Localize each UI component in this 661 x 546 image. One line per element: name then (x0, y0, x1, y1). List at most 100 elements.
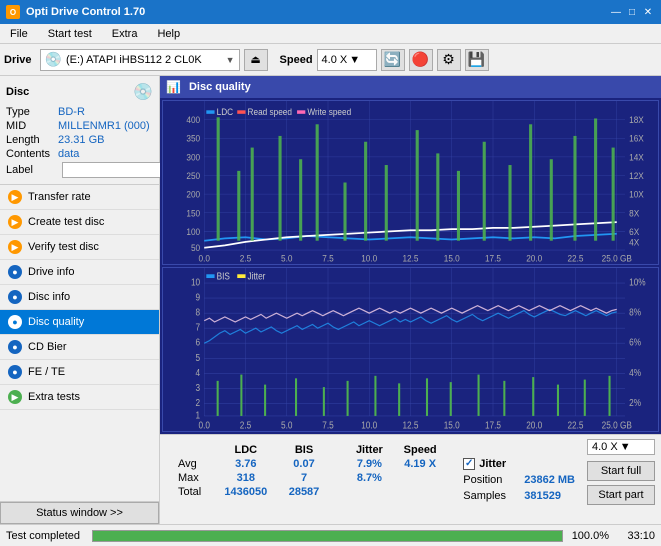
col-bis-header: BIS (278, 443, 329, 457)
svg-text:22.5: 22.5 (567, 253, 583, 264)
speed-arrow-icon: ▼ (349, 54, 360, 66)
save-button[interactable]: 💾 (465, 49, 489, 71)
svg-text:LDC: LDC (217, 107, 233, 118)
progress-area: Test completed 100.0% 33:10 (0, 524, 661, 546)
svg-text:10X: 10X (629, 189, 644, 200)
disc-contents-value: data (58, 148, 153, 160)
menu-start-test[interactable]: Start test (42, 27, 98, 41)
sidebar-item-disc-info[interactable]: ● Disc info (0, 285, 159, 310)
chart2-svg: 10 9 8 7 6 5 4 3 2 1 10% 8% 6% 4% 2% (163, 268, 658, 431)
menu-file[interactable]: File (4, 27, 34, 41)
jitter-position-area: ✓ Jitter Position 23862 MB Samples 38152… (457, 435, 581, 524)
table-row: Total 1436050 28587 (170, 485, 447, 499)
svg-text:14X: 14X (629, 152, 644, 163)
avg-speed: 4.19 X (393, 457, 447, 471)
disc-info-panel: Disc 💿 Type BD-R MID MILLENMR1 (000) Len… (0, 76, 159, 185)
max-jitter: 8.7% (346, 471, 393, 485)
disc-quality-icon: ● (8, 315, 22, 329)
burn-button[interactable]: 🔴 (409, 49, 433, 71)
sidebar-item-fe-te[interactable]: ● FE / TE (0, 360, 159, 385)
svg-text:6: 6 (196, 337, 201, 348)
svg-text:10: 10 (191, 277, 200, 288)
total-bis: 28587 (278, 485, 329, 499)
maximize-button[interactable]: □ (625, 5, 639, 19)
max-ldc: 318 (213, 471, 278, 485)
sidebar-label-transfer-rate: Transfer rate (28, 191, 91, 203)
menu-help[interactable]: Help (151, 27, 186, 41)
chart-header-icon: 📊 (166, 80, 181, 94)
svg-text:Write speed: Write speed (307, 107, 351, 118)
samples-row: Samples 381529 (463, 490, 575, 502)
svg-text:15.0: 15.0 (444, 420, 460, 431)
disc-type-value: BD-R (58, 106, 153, 118)
close-button[interactable]: ✕ (641, 5, 655, 19)
avg-bis: 0.07 (278, 457, 329, 471)
svg-text:5.0: 5.0 (281, 253, 293, 264)
col-ldc-header: LDC (213, 443, 278, 457)
svg-text:0.0: 0.0 (199, 420, 210, 431)
sidebar: Disc 💿 Type BD-R MID MILLENMR1 (000) Len… (0, 76, 160, 524)
position-row: Position 23862 MB (463, 474, 575, 486)
sidebar-item-disc-quality[interactable]: ● Disc quality (0, 310, 159, 335)
sidebar-item-drive-info[interactable]: ● Drive info (0, 260, 159, 285)
svg-text:50: 50 (191, 243, 200, 254)
jitter-check-label: Jitter (479, 458, 506, 470)
max-bis: 7 (278, 471, 329, 485)
svg-text:400: 400 (186, 115, 200, 126)
svg-text:7.5: 7.5 (322, 253, 334, 264)
settings-button[interactable]: ⚙ (437, 49, 461, 71)
sidebar-item-extra-tests[interactable]: ▶ Extra tests (0, 385, 159, 410)
eject-button[interactable]: ⏏ (244, 49, 268, 71)
eject-icon: ⏏ (250, 53, 260, 66)
svg-text:100: 100 (186, 226, 200, 237)
svg-text:BIS: BIS (217, 271, 230, 282)
stats-bar: LDC BIS Jitter Speed Avg 3.76 0.07 7.9% (160, 434, 661, 524)
col-jitter-header: Jitter (346, 443, 393, 457)
svg-text:9: 9 (196, 292, 201, 303)
sidebar-label-disc-quality: Disc quality (28, 316, 84, 328)
speed-select-small[interactable]: 4.0 X ▼ (587, 439, 655, 455)
sidebar-item-verify-test-disc[interactable]: ▶ Verify test disc (0, 235, 159, 260)
svg-text:5: 5 (196, 352, 201, 363)
svg-text:10%: 10% (629, 277, 645, 288)
charts-area: 400 350 300 250 200 150 100 50 18X 16X 1… (160, 98, 661, 434)
jitter-checkbox[interactable]: ✓ (463, 458, 475, 470)
chart1-svg: 400 350 300 250 200 150 100 50 18X 16X 1… (163, 101, 658, 264)
disc-label-row: Label 🔍 (6, 162, 153, 178)
progress-bar-outer (92, 530, 563, 542)
sidebar-label-extra-tests: Extra tests (28, 391, 80, 403)
svg-text:300: 300 (186, 152, 200, 163)
jitter-check-row: ✓ Jitter (463, 458, 575, 470)
speed-selector[interactable]: 4.0 X ▼ (317, 49, 377, 71)
toolbar: Drive 💿 (E:) ATAPI iHBS112 2 CL0K ▼ ⏏ Sp… (0, 44, 661, 76)
start-part-button[interactable]: Start part (587, 485, 655, 505)
minimize-button[interactable]: — (609, 5, 623, 19)
menu-extra[interactable]: Extra (106, 27, 144, 41)
status-window-button[interactable]: Status window >> (0, 502, 159, 524)
progress-bar-inner (93, 531, 562, 541)
sidebar-item-cd-bier[interactable]: ● CD Bier (0, 335, 159, 360)
position-label: Position (463, 474, 518, 486)
sidebar-item-create-test-disc[interactable]: ▶ Create test disc (0, 210, 159, 235)
app-title: Opti Drive Control 1.70 (26, 6, 145, 18)
sidebar-bottom: Status window >> (0, 501, 159, 524)
menu-bar: File Start test Extra Help (0, 24, 661, 44)
refresh-button[interactable]: 🔄 (381, 49, 405, 71)
disc-length-row: Length 23.31 GB (6, 134, 153, 146)
drive-info-icon: ● (8, 265, 22, 279)
drive-arrow-icon: ▼ (226, 55, 235, 65)
drive-selector[interactable]: 💿 (E:) ATAPI iHBS112 2 CL0K ▼ (40, 49, 240, 71)
svg-text:150: 150 (186, 208, 200, 219)
chart1-container: 400 350 300 250 200 150 100 50 18X 16X 1… (162, 100, 659, 265)
sidebar-item-transfer-rate[interactable]: ▶ Transfer rate (0, 185, 159, 210)
sidebar-label-fe-te: FE / TE (28, 366, 65, 378)
disc-mid-value: MILLENMR1 (000) (58, 120, 153, 132)
avg-label: Avg (170, 457, 213, 471)
sidebar-label-disc-info: Disc info (28, 291, 70, 303)
progress-percent: 100.0% (569, 530, 609, 542)
extra-tests-icon: ▶ (8, 390, 22, 404)
start-full-button[interactable]: Start full (587, 461, 655, 481)
right-panel: 📊 Disc quality (160, 76, 661, 524)
svg-text:25.0 GB: 25.0 GB (602, 420, 632, 431)
svg-text:250: 250 (186, 171, 200, 182)
